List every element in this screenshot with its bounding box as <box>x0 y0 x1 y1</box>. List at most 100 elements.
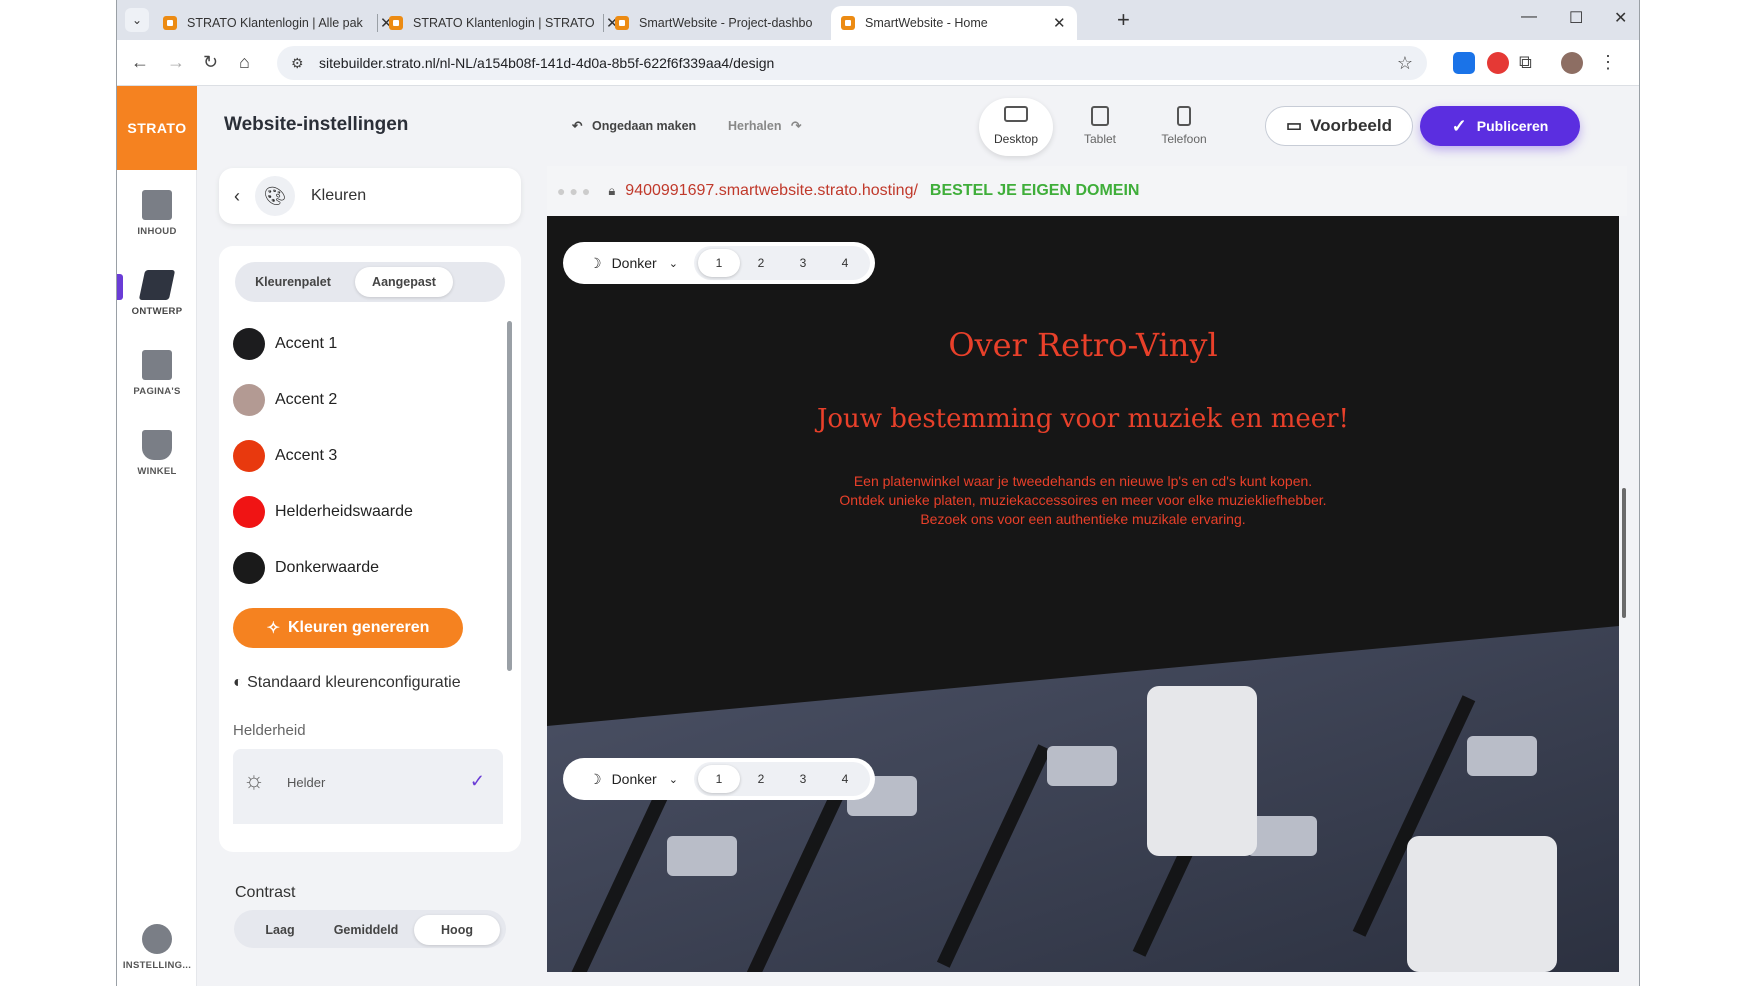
color-row-accent-3[interactable]: Accent 3 <box>233 438 337 474</box>
contrast-medium[interactable]: Gemiddeld <box>322 915 410 945</box>
devices-icon: ▭ <box>1286 116 1303 135</box>
contrast-heading: Contrast <box>235 884 296 901</box>
color-swatch[interactable] <box>233 328 265 360</box>
color-row-dark[interactable]: Donkerwaarde <box>233 550 379 586</box>
tab-strato-login-1[interactable]: STRATO Klantenlogin | Alle pak ✕ <box>153 6 403 40</box>
color-label: Donkerwaarde <box>275 559 380 576</box>
smartwebsite-favicon <box>841 16 855 30</box>
back-icon[interactable]: ← <box>131 52 149 73</box>
tab-search-button[interactable]: ⌄ <box>125 8 149 32</box>
rail-item-pages[interactable]: PAGINA'S <box>117 350 197 397</box>
tab-smartwebsite-home[interactable]: SmartWebsite - Home ✕ <box>831 6 1077 40</box>
tab-project-dashboard[interactable]: SmartWebsite - Project-dashbo ✕ <box>605 6 855 40</box>
order-domain-link[interactable]: BESTEL JE EIGEN DOMEIN <box>930 182 1140 200</box>
device-tablet[interactable]: Tablet <box>1063 98 1137 156</box>
palette-mode-toggle: Kleurenpalet Aangepast <box>235 262 505 302</box>
tab-strato-login-2[interactable]: STRATO Klantenlogin | STRATO ✕ <box>379 6 629 40</box>
lock-icon: 🔒︎ <box>608 183 616 198</box>
rail-label: INHOUD <box>137 226 177 237</box>
variant-1[interactable]: 1 <box>697 249 740 277</box>
contrast-high[interactable]: Hoog <box>414 915 500 945</box>
extensions-puzzle-icon[interactable]: ⧉ <box>1519 52 1532 73</box>
variant-2[interactable]: 2 <box>740 249 782 277</box>
left-rail: STRATO INHOUD ONTWERP PAGINA'S WINKEL IN… <box>117 86 197 986</box>
theme-dropdown[interactable]: Donker <box>612 255 657 271</box>
color-row-accent-1[interactable]: Accent 1 <box>233 326 337 362</box>
panel-scrollbar[interactable] <box>507 321 512 671</box>
palette-icon: 🎨︎ <box>255 176 295 216</box>
site-body-text[interactable]: Een platenwinkel waar je tweedehands en … <box>547 472 1619 529</box>
maximize-icon[interactable]: ☐ <box>1569 8 1583 28</box>
address-bar[interactable]: ⚙ sitebuilder.strato.nl/nl-NL/a154b08f-1… <box>277 46 1427 80</box>
window-close-icon[interactable]: ✕ <box>1614 8 1627 28</box>
adblock-icon[interactable] <box>1487 52 1509 74</box>
variant-4[interactable]: 4 <box>824 765 866 793</box>
site-subheading[interactable]: Jouw bestemming voor muziek en meer! <box>547 404 1619 434</box>
color-swatch[interactable] <box>233 440 265 472</box>
redo-label: Herhalen <box>728 119 782 133</box>
canvas-scrollbar[interactable] <box>1622 488 1626 618</box>
undo-icon: ↶ <box>572 119 583 133</box>
rail-item-settings[interactable]: INSTELLING... <box>117 924 197 971</box>
bookmark-star-icon[interactable]: ☆ <box>1397 46 1413 80</box>
color-row-brightness[interactable]: Helderheidswaarde <box>233 494 413 530</box>
variant-2[interactable]: 2 <box>740 765 782 793</box>
device-desktop[interactable]: Desktop <box>979 98 1053 156</box>
website-canvas[interactable]: ☽ Donker ⌄ 1 2 3 4 Over Retro-Vinyl Jouw… <box>547 216 1619 972</box>
tab-title: SmartWebsite - Project-dashbo <box>639 16 813 30</box>
panel-title: Website-instellingen <box>224 114 409 135</box>
redo-button[interactable]: Herhalen ↷ <box>728 118 801 133</box>
contrast-low[interactable]: Laag <box>242 915 318 945</box>
variant-1[interactable]: 1 <box>697 765 740 793</box>
preview-label: Voorbeeld <box>1310 116 1392 135</box>
generate-colors-button[interactable]: ✧ Kleuren genereren <box>233 608 463 648</box>
breadcrumb-label: Kleuren <box>311 187 367 204</box>
preview-button[interactable]: ▭ Voorbeeld <box>1265 106 1413 146</box>
variant-4[interactable]: 4 <box>824 249 866 277</box>
publish-button[interactable]: ✓ Publiceren <box>1420 106 1580 146</box>
extension-icon[interactable] <box>1453 52 1475 74</box>
color-swatch[interactable] <box>233 496 265 528</box>
minimize-icon[interactable]: — <box>1521 8 1537 26</box>
theme-dropdown[interactable]: Donker <box>612 771 657 787</box>
brightness-heading: Helderheid <box>233 722 306 739</box>
chevron-left-icon[interactable]: ‹ <box>219 186 255 207</box>
checkmark-icon: ✓ <box>469 771 485 791</box>
browser-window: ⌄ STRATO Klantenlogin | Alle pak ✕ STRAT… <box>116 0 1640 986</box>
close-icon[interactable]: ✕ <box>1053 14 1066 32</box>
tab-title: SmartWebsite - Home <box>865 16 988 30</box>
color-label: Accent 2 <box>275 391 338 408</box>
site-heading[interactable]: Over Retro-Vinyl <box>547 326 1619 364</box>
chevron-down-icon[interactable]: ⌄ <box>669 257 678 270</box>
rail-item-content[interactable]: INHOUD <box>117 190 197 237</box>
color-swatch[interactable] <box>233 552 265 584</box>
sun-icon: ☼ <box>243 767 265 794</box>
undo-button[interactable]: ↶ Ongedaan maken <box>572 118 696 133</box>
tab-strip: ⌄ STRATO Klantenlogin | Alle pak ✕ STRAT… <box>117 0 1639 40</box>
home-icon[interactable]: ⌂ <box>239 52 250 73</box>
variant-3[interactable]: 3 <box>782 765 824 793</box>
chevron-down-icon[interactable]: ⌄ <box>669 773 678 786</box>
tab-aangepast[interactable]: Aangepast <box>355 267 453 297</box>
new-tab-icon[interactable]: + <box>1117 7 1130 33</box>
breadcrumb[interactable]: ‹ 🎨︎ Kleuren <box>219 168 521 224</box>
forward-icon[interactable]: → <box>167 52 185 73</box>
body-line: Bezoek ons voor een authentieke muzikale… <box>920 511 1246 527</box>
default-color-config[interactable]: ◐ Standaard kleurenconfiguratie <box>233 674 461 692</box>
device-phone[interactable]: Telefoon <box>1147 98 1221 156</box>
variant-3[interactable]: 3 <box>782 249 824 277</box>
color-swatch[interactable] <box>233 384 265 416</box>
checkmark-icon: ✓ <box>1451 115 1467 136</box>
cart-icon <box>142 430 172 460</box>
strato-logo[interactable]: STRATO <box>117 86 197 170</box>
reload-icon[interactable]: ↻ <box>203 52 218 73</box>
brightness-option-light[interactable]: ☼ Helder ✓ <box>233 749 503 824</box>
menu-dots-icon[interactable]: ⋮ <box>1599 52 1617 73</box>
publish-label: Publiceren <box>1476 118 1549 134</box>
rail-item-shop[interactable]: WINKEL <box>117 430 197 477</box>
site-info-icon[interactable]: ⚙ <box>291 46 304 80</box>
color-row-accent-2[interactable]: Accent 2 <box>233 382 337 418</box>
profile-avatar[interactable] <box>1561 52 1583 74</box>
tab-kleurenpalet[interactable]: Kleurenpalet <box>243 267 343 297</box>
rail-item-design[interactable]: ONTWERP <box>117 270 197 317</box>
